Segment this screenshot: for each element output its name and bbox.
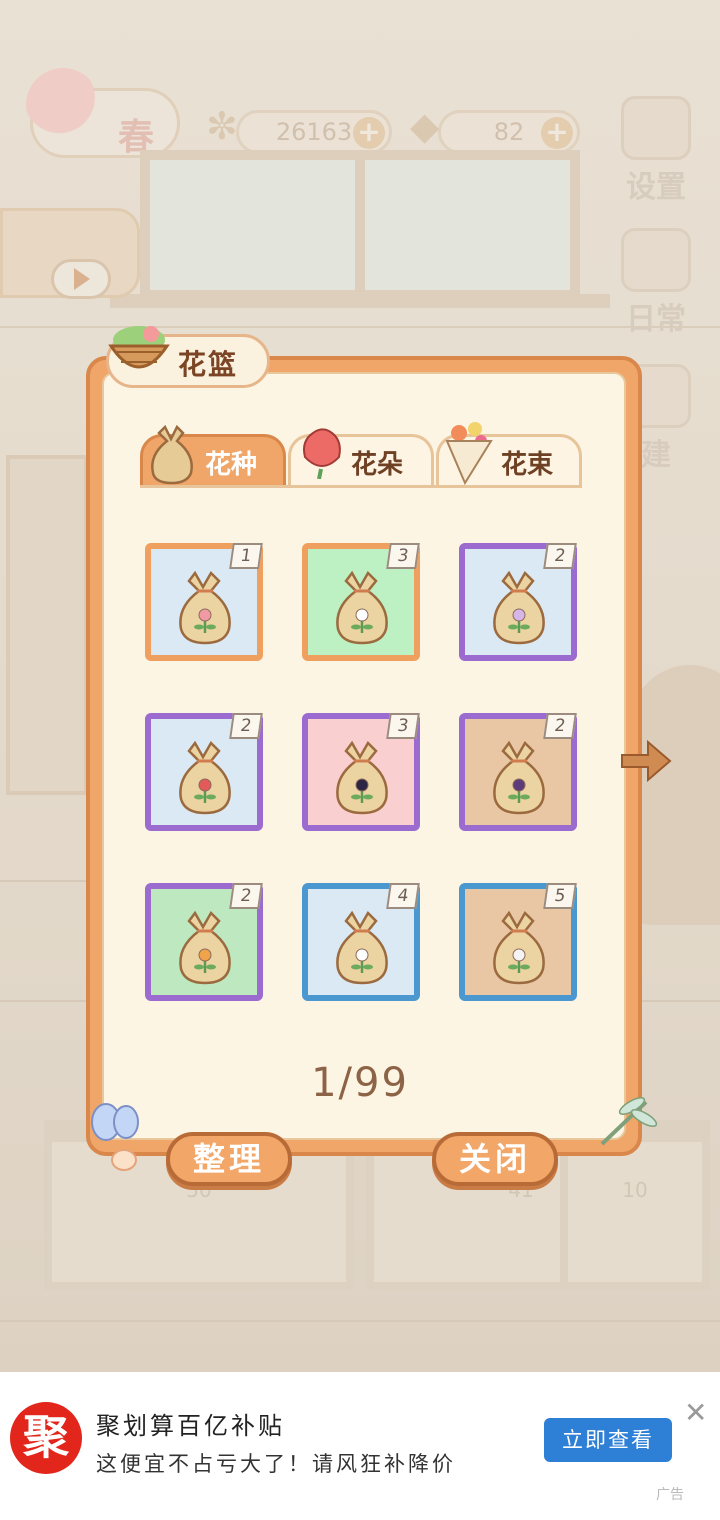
seed-count: 4	[386, 883, 420, 909]
seed-count: 5	[543, 883, 577, 909]
page-indicator: 1/99	[311, 1060, 409, 1106]
seed-bag-icon	[336, 570, 388, 645]
seed-slot[interactable]: 2	[459, 713, 577, 831]
tab-bouquets[interactable]: 花束	[436, 422, 582, 488]
panel-title: 花篮	[178, 348, 239, 381]
ad-tag: 广告	[656, 1487, 684, 1503]
seed-bag-icon	[179, 570, 231, 645]
seed-slot[interactable]: 5	[459, 883, 577, 1001]
ad-logo: 聚	[10, 1402, 82, 1474]
close-button[interactable]: 关闭	[432, 1132, 558, 1186]
seed-slot[interactable]: 2	[145, 713, 263, 831]
butterfly-icon	[91, 1103, 139, 1171]
seed-bag-icon	[493, 570, 545, 645]
seed-count: 2	[229, 713, 263, 739]
next-page-arrow-icon[interactable]	[618, 736, 674, 786]
seed-bag-icon	[179, 910, 231, 985]
seed-count: 2	[229, 883, 263, 909]
seed-slot[interactable]: 2	[145, 883, 263, 1001]
seed-slot[interactable]: 3	[302, 713, 420, 831]
seed-bag-icon	[336, 740, 388, 815]
seed-count: 2	[543, 543, 577, 569]
seed-bag-icon	[493, 910, 545, 985]
basket-icon	[108, 326, 170, 369]
seed-bag-icon	[151, 424, 193, 485]
category-tabs: 花种 花朵 花束	[140, 422, 582, 488]
seed-count: 1	[229, 543, 263, 569]
seed-slot[interactable]: 4	[302, 883, 420, 1001]
bouquet-icon	[445, 422, 493, 486]
seed-count: 3	[386, 543, 420, 569]
ad-view-now-button[interactable]: 立即查看	[544, 1418, 672, 1462]
seed-slot[interactable]: 3	[302, 543, 420, 661]
seed-bag-icon	[493, 740, 545, 815]
seed-bag-icon	[336, 910, 388, 985]
seed-bag-icon	[179, 740, 231, 815]
rose-icon	[303, 428, 341, 479]
dragonfly-icon	[600, 1097, 658, 1146]
tab-flowers[interactable]: 花朵	[288, 428, 434, 488]
seed-slot[interactable]: 1	[145, 543, 263, 661]
tab-seeds[interactable]: 花种	[140, 424, 286, 488]
tab-underline	[140, 485, 580, 488]
seed-count: 2	[543, 713, 577, 739]
ad-close-icon[interactable]: ✕	[684, 1396, 707, 1429]
seed-count: 3	[386, 713, 420, 739]
seed-slot[interactable]: 2	[459, 543, 577, 661]
organize-button[interactable]: 整理	[166, 1132, 292, 1186]
ad-description: 这便宜不占亏大了！请风狂补降价	[96, 1452, 456, 1476]
ad-banner[interactable]: 聚 聚划算百亿补贴 这便宜不占亏大了！请风狂补降价 立即查看 ✕ 广告	[0, 1372, 720, 1520]
ad-title: 聚划算百亿补贴	[96, 1412, 285, 1440]
